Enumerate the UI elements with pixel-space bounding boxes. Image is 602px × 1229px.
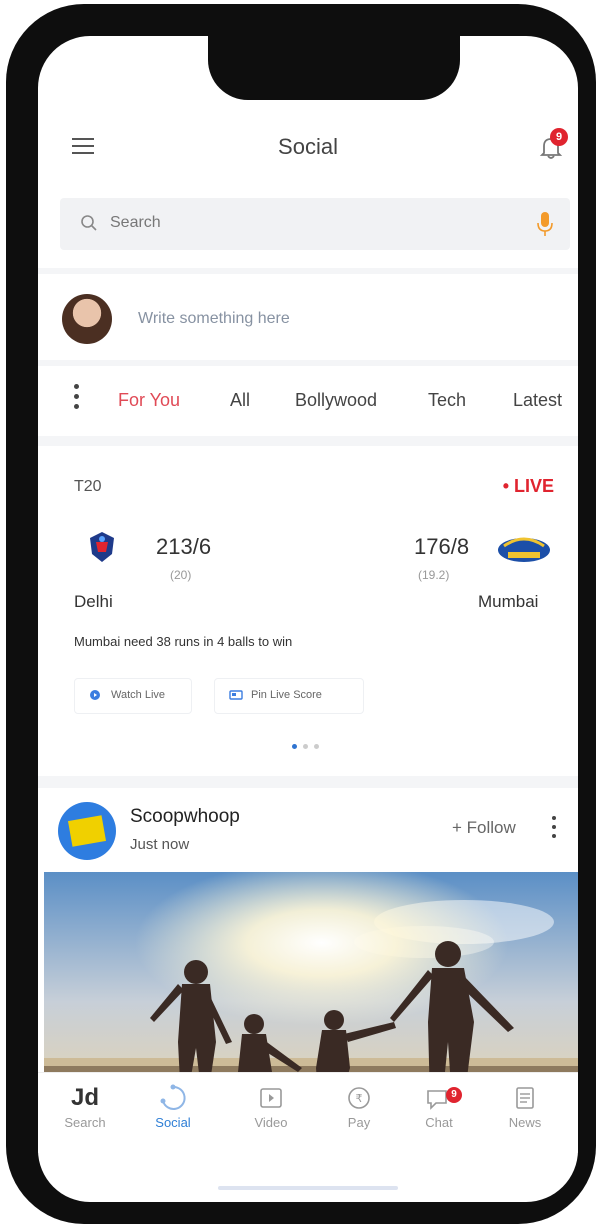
home-indicator[interactable]: [218, 1186, 398, 1190]
watch-live-label: Watch Live: [111, 689, 166, 701]
follow-button[interactable]: + Follow: [452, 818, 516, 838]
nav-label-pay: Pay: [347, 1115, 371, 1130]
carousel-dots[interactable]: [292, 736, 325, 754]
tab-bollywood[interactable]: Bollywood: [295, 390, 377, 411]
notification-bell-icon[interactable]: 9: [538, 128, 568, 160]
pin-live-score-button[interactable]: Pin Live Score: [214, 678, 364, 714]
page-title: Social: [278, 134, 338, 159]
mumbai-team-logo: [498, 537, 550, 562]
video-icon: [260, 1088, 282, 1108]
phone-screen: Social 9 Search Write something here For…: [38, 36, 578, 1202]
nav-pay[interactable]: ₹ Pay: [324, 1083, 394, 1130]
nav-label-search: Search: [64, 1115, 106, 1130]
nav-video[interactable]: Video: [236, 1083, 306, 1130]
post-composer[interactable]: Write something here: [38, 268, 578, 366]
tab-latest[interactable]: Latest: [513, 390, 562, 411]
composer-input[interactable]: Write something here: [138, 310, 290, 328]
nav-social[interactable]: Social: [138, 1083, 208, 1130]
scoopwhoop-logo-icon: [68, 815, 106, 847]
jd-logo-icon: Jd: [70, 1084, 99, 1111]
pay-icon: ₹: [348, 1087, 370, 1109]
play-icon: [90, 690, 100, 700]
nav-news[interactable]: News: [490, 1083, 560, 1130]
nav-label-chat: Chat: [425, 1115, 453, 1130]
live-badge: • LIVE: [502, 476, 554, 496]
category-tabs: For You All Bollywood Tech Latest: [38, 366, 578, 446]
pin-score-label: Pin Live Score: [251, 689, 322, 701]
team2-overs: (19.2): [418, 568, 450, 582]
publisher-avatar[interactable]: [58, 802, 116, 860]
app-header: Social 9: [38, 36, 578, 186]
tab-tech[interactable]: Tech: [428, 390, 466, 411]
team1-score: 213/6: [156, 534, 212, 559]
search-bar[interactable]: Search: [60, 198, 570, 250]
microphone-icon[interactable]: [535, 210, 555, 238]
social-icon: [160, 1084, 186, 1110]
user-avatar[interactable]: [62, 294, 112, 344]
watch-live-button[interactable]: Watch Live: [74, 678, 192, 714]
live-score-card[interactable]: T20 • LIVE 213/6 (20) Delhi 176/8 (19.2)…: [38, 446, 578, 788]
tab-all[interactable]: All: [230, 390, 250, 411]
post-author[interactable]: Scoopwhoop: [130, 806, 240, 828]
match-status: Mumbai need 38 runs in 4 balls to win: [74, 634, 293, 649]
team2-name: Mumbai: [478, 592, 539, 611]
team2-score: 176/8: [414, 534, 470, 559]
post-options-icon[interactable]: [552, 816, 558, 843]
news-icon: [516, 1087, 534, 1109]
notification-badge: 9: [550, 128, 568, 146]
nav-label-video: Video: [254, 1115, 288, 1130]
phone-frame: Social 9 Search Write something here For…: [6, 4, 596, 1224]
post-time: Just now: [130, 836, 190, 853]
more-categories-icon[interactable]: [74, 384, 80, 414]
search-input[interactable]: Search: [110, 214, 161, 232]
tab-for-you[interactable]: For You: [118, 390, 180, 411]
bottom-navigation: Jd Search Social Video ₹ Pay 9 Chat News: [38, 1072, 578, 1153]
team1-overs: (20): [170, 568, 192, 582]
league-label: T20: [74, 478, 102, 495]
nav-search[interactable]: Jd Search: [50, 1083, 120, 1130]
nav-label-social: Social: [155, 1115, 191, 1130]
delhi-team-logo: [90, 532, 114, 562]
chat-badge: 9: [446, 1087, 462, 1103]
search-icon: [81, 215, 97, 231]
feed-post: Scoopwhoop Just now + Follow: [38, 788, 578, 1108]
pin-icon: [229, 690, 243, 700]
team1-name: Delhi: [74, 592, 113, 611]
nav-label-news: News: [508, 1115, 542, 1130]
nav-chat[interactable]: 9 Chat: [404, 1083, 474, 1130]
svg-text:₹: ₹: [356, 1093, 363, 1105]
